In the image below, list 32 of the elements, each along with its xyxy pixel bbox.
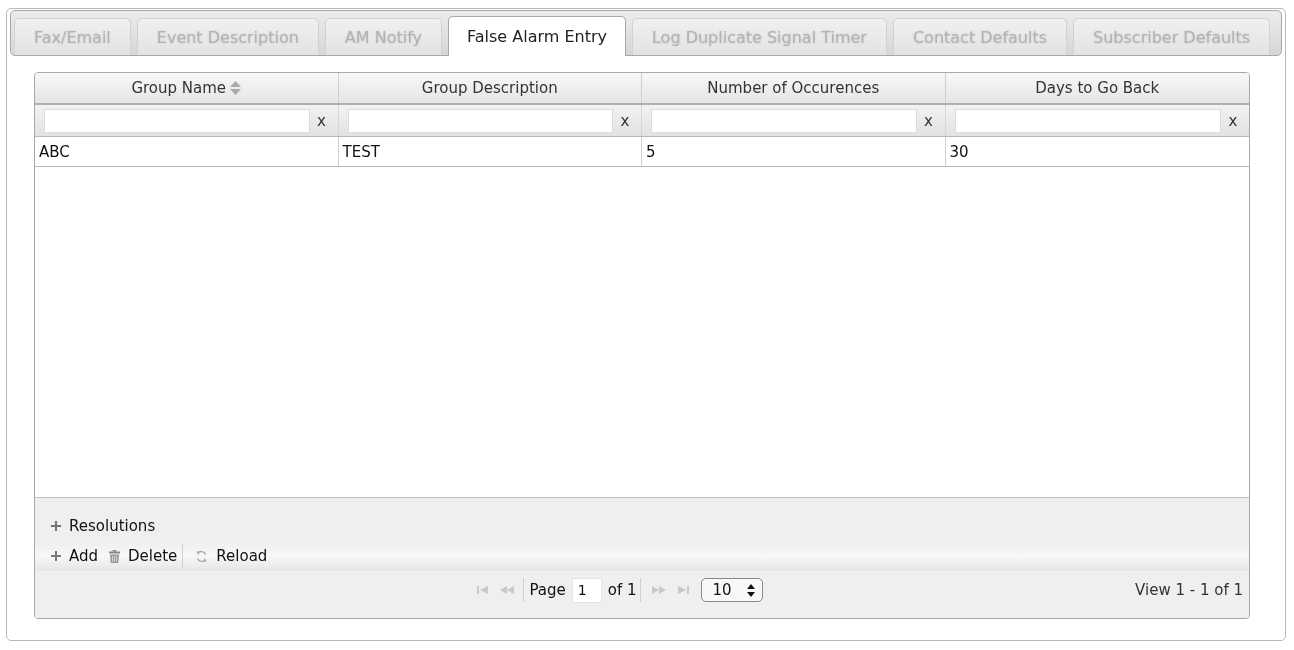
table-cell: TEST [338,137,642,166]
filter-input[interactable] [347,108,613,133]
page-count: of 1 [607,581,637,599]
expand-subgrid-button[interactable]: Resolutions [51,517,156,535]
page-size-select[interactable]: 10 [700,578,763,602]
delete-button[interactable]: Delete [109,547,178,565]
add-button[interactable]: Add [51,547,99,565]
clear-filter-button[interactable]: x [613,111,637,130]
table-cell: 5 [642,137,946,166]
record-count: View 1 - 1 of 1 [1135,581,1243,599]
refresh-icon [195,549,209,563]
page-input[interactable]: 1 [571,577,602,603]
sort-icon[interactable] [230,81,242,95]
column-header[interactable]: Number of Occurences [642,73,946,103]
clear-filter-button[interactable]: x [916,111,941,130]
column-header[interactable]: Group Description [338,73,642,103]
spinner-arrows-icon [746,583,755,597]
page-label: Page [529,581,566,599]
table-cell: ABC [35,137,339,166]
table-cell-text: 30 [948,141,970,163]
column-header[interactable]: Group Name [35,73,339,103]
filter-input[interactable] [954,108,1221,133]
trash-icon [109,549,121,563]
filter-input[interactable] [44,108,310,133]
clear-filter-button[interactable]: x [309,111,334,130]
reload-button[interactable]: Reload [195,547,268,565]
column-header[interactable]: Days to Go Back [945,73,1249,103]
filter-input[interactable] [651,108,917,133]
plus-icon [51,521,61,531]
plus-icon [51,551,61,561]
clear-filter-button[interactable]: x [1221,111,1245,130]
tab[interactable]: False Alarm Entry [448,16,626,56]
